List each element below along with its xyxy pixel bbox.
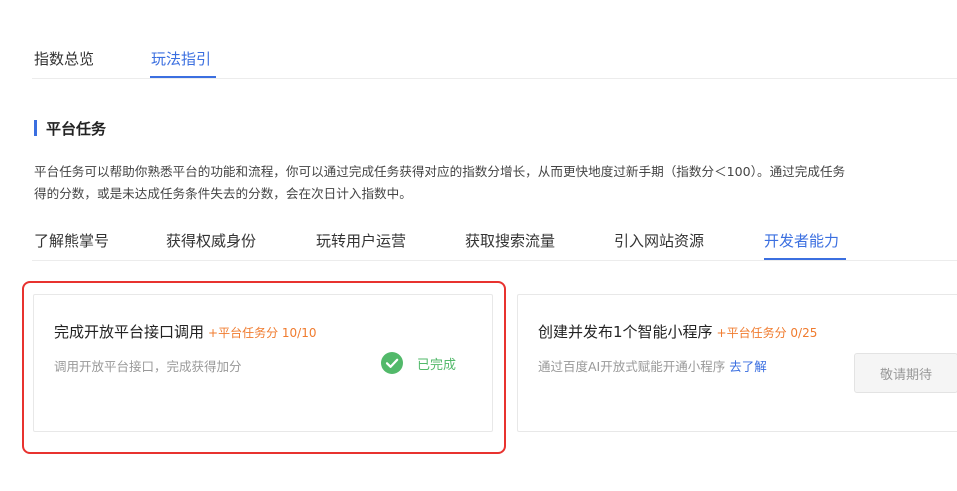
tab-learn-bear-paw[interactable]: 了解熊掌号: [34, 230, 109, 251]
tab-site-resources[interactable]: 引入网站资源: [614, 230, 704, 251]
task-card-mini-program: 创建并发布1个智能小程序 +平台任务分 0/25 通过百度AI开放式赋能开通小程序…: [517, 294, 957, 432]
tab-search-traffic[interactable]: 获取搜索流量: [465, 230, 555, 251]
tab-user-operation[interactable]: 玩转用户运营: [316, 230, 406, 251]
description-line-1: 平台任务可以帮助你熟悉平台的功能和流程，你可以通过完成任务获得对应的指数分增长，…: [34, 164, 846, 179]
task-subtitle-text: 通过百度AI开放式赋能开通小程序: [538, 359, 726, 374]
category-tab-divider: [32, 260, 957, 261]
category-tab-bar: 了解熊掌号 获得权威身份 玩转用户运营 获取搜索流量 引入网站资源 开发者能力: [0, 226, 957, 262]
top-tab-divider: [32, 78, 957, 79]
description-line-2: 得的分数，或是未达成任务条件失去的分数，会在次日计入指数中。: [34, 186, 412, 201]
tab-index-overview[interactable]: 指数总览: [34, 48, 94, 69]
tab-developer-ability[interactable]: 开发者能力: [764, 230, 839, 251]
tab-authority-identity[interactable]: 获得权威身份: [166, 230, 256, 251]
highlight-box: [22, 281, 506, 454]
task-subtitle: 通过百度AI开放式赋能开通小程序 去了解: [538, 356, 767, 375]
top-tab-bar: 指数总览 玩法指引: [0, 0, 957, 80]
learn-more-link[interactable]: 去了解: [729, 359, 767, 374]
task-points: +平台任务分 0/25: [716, 326, 818, 340]
section-description: 平台任务可以帮助你熟悉平台的功能和流程，你可以通过完成任务获得对应的指数分增长，…: [34, 161, 957, 205]
coming-soon-button[interactable]: 敬请期待: [854, 353, 957, 393]
section-title: 平台任务: [46, 120, 107, 138]
section-marker: [34, 120, 37, 136]
task-title-text: 创建并发布1个智能小程序: [538, 323, 713, 341]
task-title: 创建并发布1个智能小程序 +平台任务分 0/25: [538, 321, 817, 342]
tab-play-guide[interactable]: 玩法指引: [151, 48, 211, 69]
